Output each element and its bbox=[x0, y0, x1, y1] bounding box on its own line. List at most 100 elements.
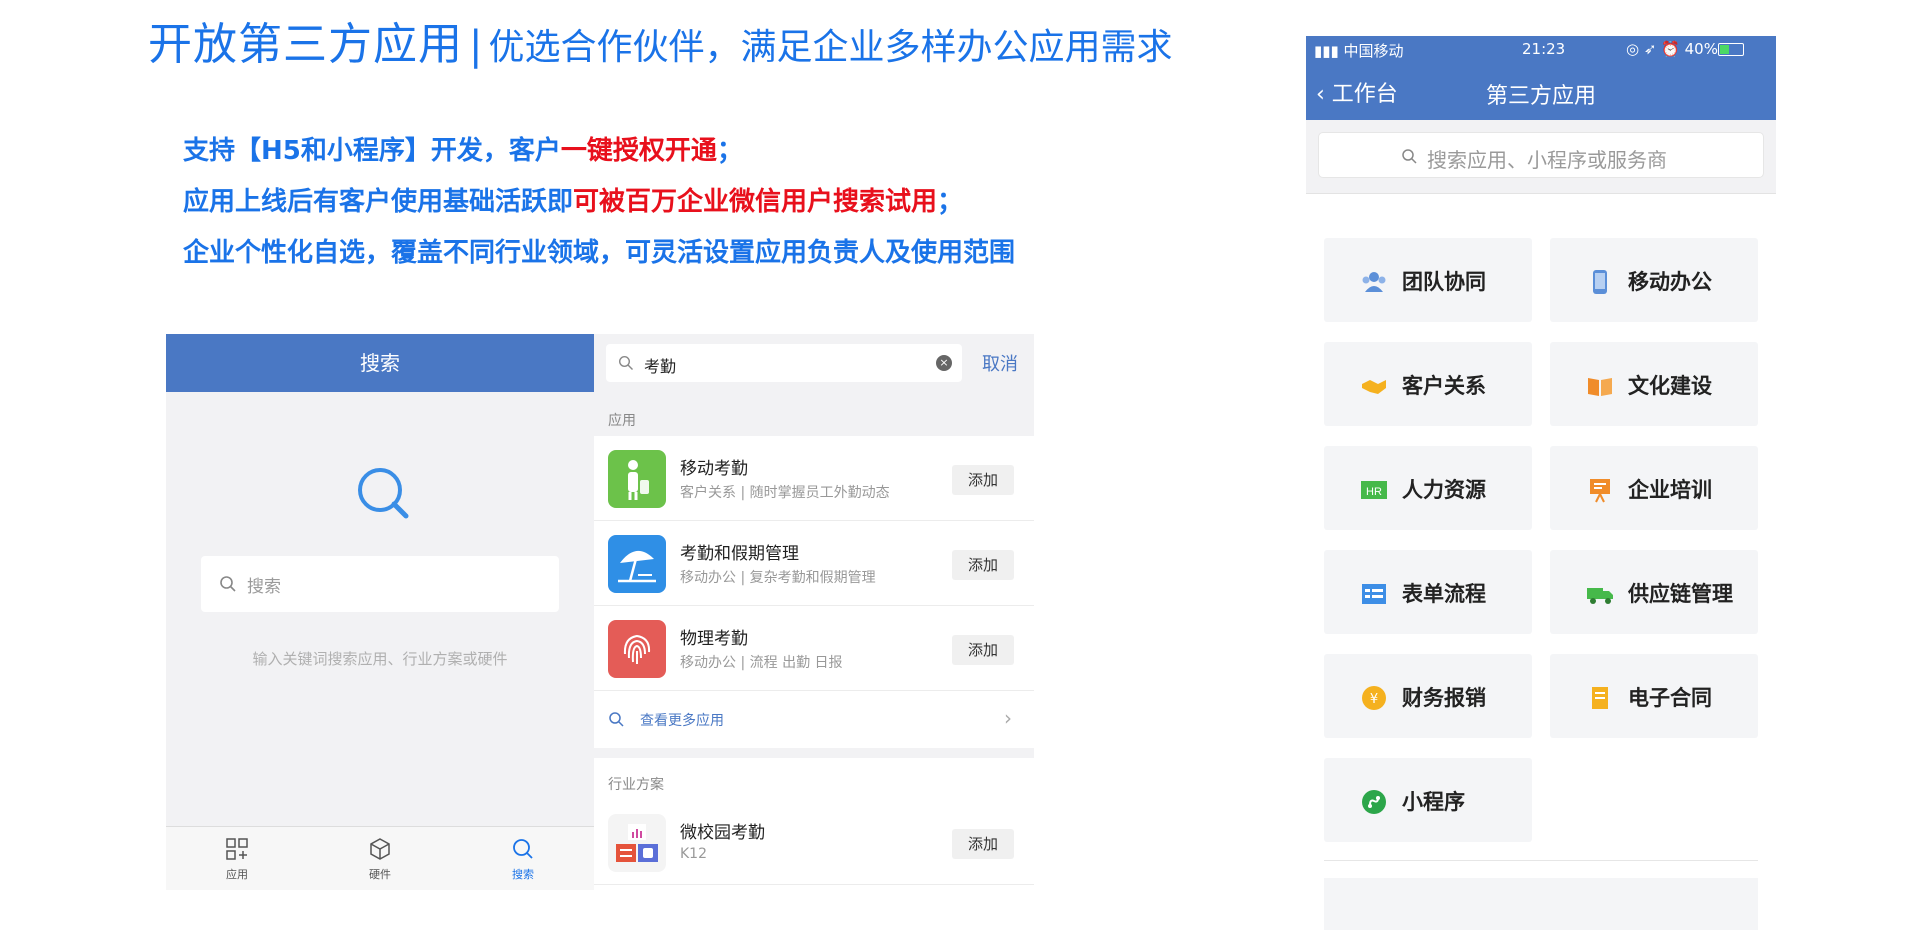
add-button[interactable]: 添加 bbox=[952, 635, 1014, 665]
svg-text:¥: ¥ bbox=[1370, 692, 1378, 707]
bullet-search-trial: 应用上线后有客户使用基础活跃即可被百万企业微信用户搜索试用； bbox=[183, 181, 963, 218]
tab-label: 搜索 bbox=[512, 868, 534, 881]
bullet-highlight: 一键授权开通 bbox=[560, 136, 717, 166]
results-search-input[interactable]: 考勤 × bbox=[606, 344, 962, 382]
add-button[interactable]: 添加 bbox=[952, 829, 1014, 859]
tab-label: 硬件 bbox=[369, 868, 391, 881]
category-label: 企业培训 bbox=[1628, 478, 1712, 502]
bullet-text: 支持【H5和小程序】开发，客户 bbox=[183, 136, 561, 166]
bullet-h5-miniprogram: 支持【H5和小程序】开发，客户一键授权开通； bbox=[183, 130, 743, 167]
nav-title: 第三方应用 bbox=[1485, 84, 1596, 109]
divider bbox=[1324, 860, 1758, 861]
battery-level bbox=[1720, 45, 1729, 54]
title-main: 开放第三方应用 bbox=[148, 19, 463, 70]
result-attendance-leave[interactable]: 考勤和假期管理 移动办公 | 复杂考勤和假期管理 添加 bbox=[594, 521, 1034, 606]
category-label: 客户关系 bbox=[1402, 374, 1486, 398]
bullet-customization: 企业个性化自选，覆盖不同行业领域，可灵活设置应用负责人及使用范围 bbox=[183, 232, 1015, 269]
handshake-icon bbox=[1362, 380, 1386, 394]
form-table-icon bbox=[1362, 584, 1386, 604]
category-label: 文化建设 bbox=[1628, 374, 1712, 398]
signal-icon: ▮▮▮ bbox=[1314, 42, 1344, 60]
search-icon bbox=[1402, 149, 1417, 164]
category-label: 电子合同 bbox=[1628, 686, 1712, 710]
hardware-box-icon bbox=[370, 838, 390, 860]
footer-banner bbox=[1324, 878, 1758, 930]
result-name: 移动考勤 bbox=[680, 459, 748, 479]
result-desc: 移动办公 | 流程 出勤 日报 bbox=[680, 655, 843, 671]
search-icon bbox=[609, 712, 624, 727]
bullet-text: 应用上线后有客户使用基础活跃即 bbox=[183, 187, 574, 217]
mini-program-icon bbox=[1362, 790, 1386, 814]
result-mobile-attendance[interactable]: 移动考勤 客户关系 | 随时掌握员工外勤动态 添加 bbox=[594, 436, 1034, 521]
category-customer-relations[interactable]: 客户关系 bbox=[1324, 342, 1532, 426]
category-label: 财务报销 bbox=[1402, 686, 1486, 710]
search-icon bbox=[513, 839, 533, 859]
status-bar: ▮▮▮ 中国移动 21:23 ◎ ➶ ⏰ 40% bbox=[1306, 36, 1776, 62]
results-search-bar: 考勤 × 取消 bbox=[594, 334, 1034, 394]
search-screen: 搜索 搜索 输入关键词搜索应用、行业方案或硬件 应用 硬件 搜索 bbox=[166, 334, 594, 890]
category-culture[interactable]: 文化建设 bbox=[1550, 342, 1758, 426]
category-team-collab[interactable]: 团队协同 bbox=[1324, 238, 1532, 322]
open-book-icon bbox=[1588, 378, 1612, 396]
mobile-phone-icon bbox=[1593, 270, 1607, 294]
search-placeholder: 搜索应用、小程序或服务商 bbox=[1427, 148, 1667, 172]
category-training[interactable]: 企业培训 bbox=[1550, 446, 1758, 530]
result-campus-attendance[interactable]: 微校园考勤 K12 添加 bbox=[594, 800, 1034, 885]
search-results-screen: 考勤 × 取消 应用 移动考勤 客户关系 | 随时掌握员工外勤动态 添加 考勤和… bbox=[594, 334, 1034, 890]
search-area: 搜索应用、小程序或服务商 bbox=[1306, 120, 1776, 194]
contract-document-icon bbox=[1592, 687, 1608, 709]
search-input[interactable]: 搜索 bbox=[201, 556, 559, 612]
bullet-tail: ； bbox=[937, 187, 964, 217]
category-label: 移动办公 bbox=[1628, 270, 1712, 294]
tab-hardware[interactable]: 硬件 bbox=[309, 827, 451, 890]
battery-label: ◎ ➶ ⏰ 40% bbox=[1626, 40, 1718, 58]
category-label: 供应链管理 bbox=[1628, 582, 1733, 606]
add-button[interactable]: 添加 bbox=[952, 550, 1014, 580]
tab-label: 应用 bbox=[226, 868, 248, 881]
apps-section-label: 应用 bbox=[594, 394, 1034, 436]
fingerprint-icon bbox=[608, 620, 666, 678]
hr-badge-icon: HR bbox=[1361, 481, 1387, 499]
carrier-name: 中国移动 bbox=[1343, 42, 1404, 60]
yen-coin-icon: ¥ bbox=[1362, 686, 1386, 710]
tab-apps[interactable]: 应用 bbox=[166, 827, 308, 890]
category-forms[interactable]: 表单流程 bbox=[1324, 550, 1532, 634]
battery-icon bbox=[1718, 43, 1744, 56]
presentation-board-icon bbox=[1590, 479, 1610, 503]
page-title: 开放第三方应用 | 优选合作伙伴，满足企业多样办公应用需求 bbox=[148, 8, 1173, 72]
category-mobile-office[interactable]: 移动办公 bbox=[1550, 238, 1758, 322]
title-subtitle: 优选合作伙伴，满足企业多样办公应用需求 bbox=[488, 27, 1173, 68]
category-supply-chain[interactable]: 供应链管理 bbox=[1550, 550, 1758, 634]
bullet-tail: ； bbox=[716, 136, 743, 166]
svg-text:HR: HR bbox=[1366, 486, 1382, 498]
app-search-input[interactable]: 搜索应用、小程序或服务商 bbox=[1318, 132, 1764, 178]
category-label: 表单流程 bbox=[1402, 582, 1486, 606]
cancel-button[interactable]: 取消 bbox=[982, 350, 1018, 376]
result-desc: 移动办公 | 复杂考勤和假期管理 bbox=[680, 570, 876, 586]
result-desc: 客户关系 | 随时掌握员工外勤动态 bbox=[680, 485, 890, 501]
tab-bar: 应用 硬件 搜索 bbox=[166, 826, 594, 890]
carrier-label: ▮▮▮ 中国移动 bbox=[1314, 40, 1404, 61]
search-placeholder: 搜索 bbox=[247, 577, 281, 597]
category-finance[interactable]: ¥ 财务报销 bbox=[1324, 654, 1532, 738]
campus-attendance-icon bbox=[608, 814, 666, 872]
category-label: 小程序 bbox=[1402, 790, 1465, 814]
status-time: 21:23 bbox=[1522, 40, 1566, 58]
result-physical-attendance[interactable]: 物理考勤 移动办公 | 流程 出勤 日报 添加 bbox=[594, 606, 1034, 691]
tab-search[interactable]: 搜索 bbox=[452, 827, 594, 890]
category-mini-program[interactable]: 小程序 bbox=[1324, 758, 1532, 842]
bullet-highlight: 可被百万企业微信用户搜索试用 bbox=[573, 187, 938, 217]
category-hr[interactable]: HR 人力资源 bbox=[1324, 446, 1532, 530]
beach-umbrella-icon bbox=[608, 535, 666, 593]
magnifier-icon bbox=[358, 468, 409, 519]
category-e-contract[interactable]: 电子合同 bbox=[1550, 654, 1758, 738]
truck-icon bbox=[1587, 588, 1613, 604]
team-icon bbox=[1362, 272, 1386, 292]
third-party-apps-screen: ▮▮▮ 中国移动 21:23 ◎ ➶ ⏰ 40% ‹ 工作台 第三方应用 搜索应… bbox=[1306, 36, 1776, 930]
bullet-text: 企业个性化自选，覆盖不同行业领域，可灵活设置应用负责人及使用范围 bbox=[183, 238, 1016, 268]
result-desc: K12 bbox=[680, 846, 707, 862]
search-icon bbox=[618, 355, 633, 370]
view-more-apps[interactable]: 查看更多应用 › bbox=[594, 692, 1034, 748]
add-button[interactable]: 添加 bbox=[952, 465, 1014, 495]
clear-icon[interactable]: × bbox=[936, 355, 952, 371]
